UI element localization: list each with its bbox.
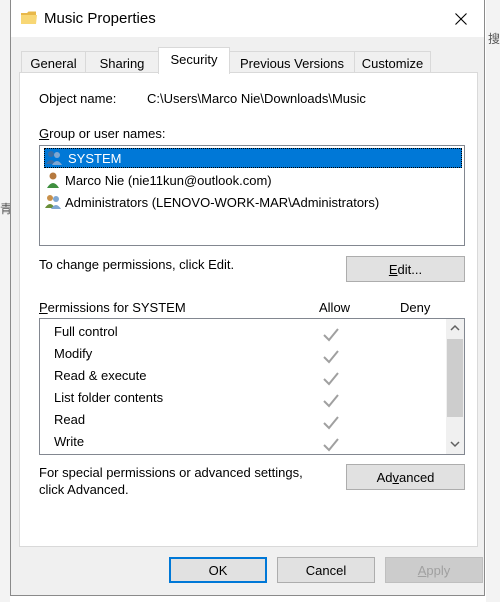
properties-dialog: Music Properties General Sharing Securit… [10, 0, 485, 596]
tab-strip: General Sharing Security Previous Versio… [19, 47, 479, 74]
allow-check-icon [323, 394, 339, 408]
apply-button-label: Apply [417, 562, 451, 578]
chevron-down-icon[interactable] [450, 441, 460, 448]
user-name: SYSTEM [66, 149, 124, 167]
allow-check-icon [323, 372, 339, 386]
allow-check-icon [323, 350, 339, 364]
security-tab-panel: Object name: C:\Users\Marco Nie\Download… [19, 72, 478, 547]
ok-button[interactable]: OK [169, 557, 267, 583]
tab-label: Customize [361, 56, 424, 71]
permission-name: Read & execute [54, 368, 147, 383]
background-window-edge-right: 搜 [486, 0, 500, 602]
tab-label: Security [170, 52, 218, 67]
allow-check-icon [323, 438, 339, 452]
cancel-button-label: Cancel [305, 562, 347, 578]
window-title: Music Properties [44, 10, 156, 27]
users-group-icon [46, 151, 62, 165]
permissions-list[interactable]: Full control Modify Read & execute List … [39, 318, 465, 455]
edit-button-label: Edit... [388, 261, 423, 277]
special-permissions-text-line1: For special permissions or advanced sett… [39, 465, 303, 480]
list-item-system[interactable]: SYSTEM [44, 148, 462, 168]
scrollbar-thumb[interactable] [447, 339, 463, 417]
users-group-icon [45, 195, 61, 209]
advanced-button-label: Advanced [376, 469, 435, 485]
list-item-marco-nie[interactable]: Marco Nie (nie11kun@outlook.com) [44, 170, 272, 190]
title-bar: Music Properties [11, 0, 484, 37]
deny-column-header: Deny [400, 300, 431, 315]
user-name: Marco Nie (nie11kun@outlook.com) [65, 172, 272, 188]
permission-name: Modify [54, 346, 93, 361]
tab-label: Sharing [99, 56, 145, 71]
tab-sharing[interactable]: Sharing [85, 51, 159, 73]
apply-button[interactable]: Apply [385, 557, 483, 583]
allow-check-icon [323, 416, 339, 430]
ok-button-label: OK [208, 562, 228, 578]
special-permissions-text-line2: click Advanced. [39, 482, 129, 497]
tab-customize[interactable]: Customize [354, 51, 431, 73]
permission-row-read: Read [54, 412, 85, 434]
change-permissions-hint: To change permissions, click Edit. [39, 257, 235, 272]
group-user-list[interactable]: SYSTEM Marco Nie (nie11kun@outlook.com) … [39, 145, 465, 246]
permissions-scrollbar[interactable] [446, 319, 464, 454]
list-item-administrators[interactable]: Administrators (LENOVO-WORK-MAR\Administ… [44, 192, 379, 212]
allow-column-header: Allow [319, 300, 351, 315]
permission-row-full-control: Full control [54, 324, 118, 346]
chevron-up-icon[interactable] [450, 324, 460, 331]
user-icon [47, 172, 59, 188]
tab-label: General [30, 56, 77, 71]
group-names-label: Group or user names: [39, 126, 166, 141]
cancel-button[interactable]: Cancel [277, 557, 375, 583]
close-button[interactable] [438, 0, 484, 37]
advanced-button[interactable]: Advanced [346, 464, 465, 490]
permission-row-modify: Modify [54, 346, 92, 368]
tab-security[interactable]: Security [158, 47, 230, 74]
permission-row-read-execute: Read & execute [54, 368, 147, 390]
allow-check-icon [323, 328, 339, 342]
permissions-title: Permissions for SYSTEM [39, 300, 186, 315]
permission-row-list-folder: List folder contents [54, 390, 163, 412]
close-icon [455, 12, 467, 25]
permission-name: List folder contents [54, 390, 164, 405]
folder-icon [21, 11, 37, 24]
object-name-label: Object name: [39, 91, 117, 106]
permission-row-write: Write [54, 434, 84, 456]
permission-name: Full control [54, 324, 118, 339]
edit-button[interactable]: Edit... [346, 256, 465, 282]
tab-label: Previous Versions [239, 56, 345, 71]
permission-name: Read [54, 412, 86, 427]
background-glyph: 搜 [488, 32, 500, 46]
object-name-value: C:\Users\Marco Nie\Downloads\Music [147, 91, 366, 106]
background-window-edge: 青 [0, 0, 12, 602]
tab-previous-versions[interactable]: Previous Versions [229, 51, 355, 73]
tab-general[interactable]: General [21, 51, 86, 73]
permission-name: Write [54, 434, 85, 449]
user-name: Administrators (LENOVO-WORK-MAR\Administ… [65, 194, 380, 210]
